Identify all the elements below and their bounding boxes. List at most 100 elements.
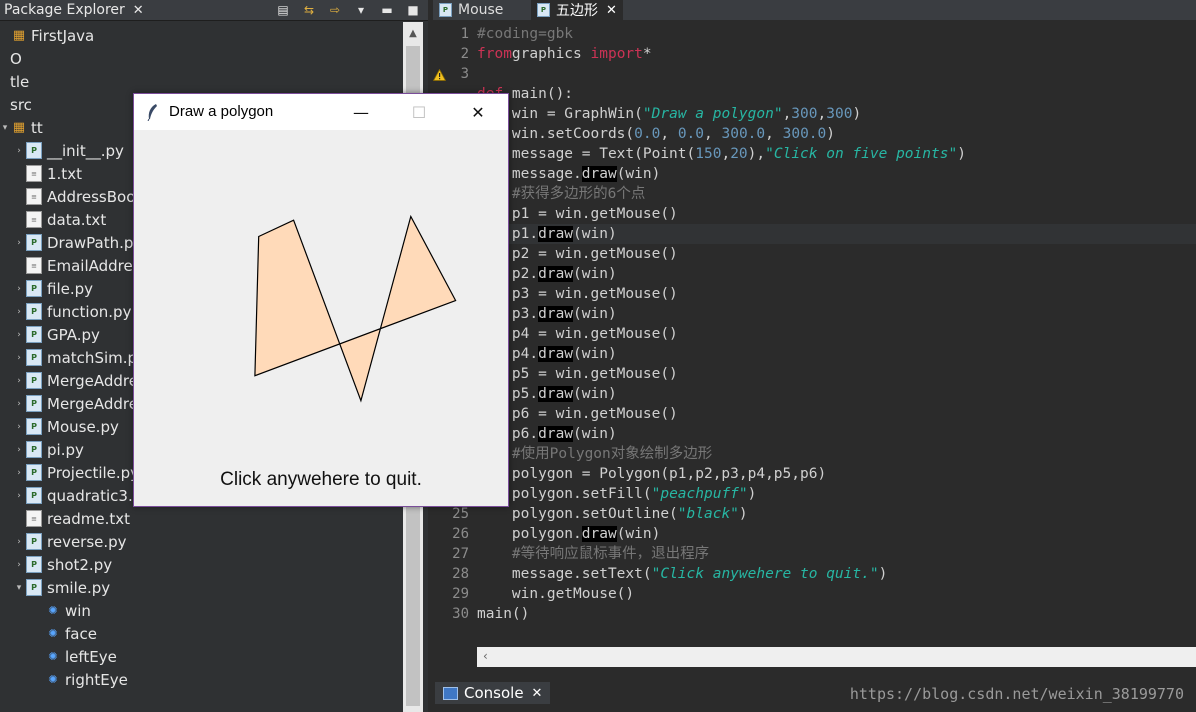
tree-item[interactable]: ≡ AddressBook — [14, 185, 144, 208]
tree-item[interactable]: › Pshot2.py — [14, 553, 112, 576]
code-line[interactable]: fromgraphics import* — [477, 44, 652, 64]
code-line[interactable]: #使用Polygon对象绘制多边形 — [477, 444, 712, 464]
tree-item[interactable]: ▾ ▦ tt — [0, 116, 43, 139]
tree-item-label: Projectile.py — [47, 463, 140, 482]
py-file-icon: P — [26, 326, 42, 343]
view-menu-icon[interactable]: ▾ — [352, 2, 370, 18]
tree-item[interactable]: › Pfunction.py — [14, 300, 131, 323]
tree-item[interactable]: › Preverse.py — [14, 530, 126, 553]
tree-item-label: readme.txt — [47, 509, 131, 528]
code-line[interactable]: polygon = Polygon(p1,p2,p3,p4,p5,p6) — [477, 464, 826, 484]
code-token: 20 — [730, 146, 748, 162]
tree-item[interactable]: › P DrawPath.py — [14, 231, 142, 254]
code-line[interactable]: win = GraphWin("Draw a polygon",300,300) — [477, 104, 861, 124]
py-file-icon: P — [26, 533, 42, 550]
maximize-button[interactable]: ☐ — [390, 94, 448, 130]
expand-arrow-icon[interactable]: › — [14, 376, 24, 386]
window-title-bar[interactable]: Draw a polygon — ☐ ✕ — [134, 94, 508, 130]
expand-arrow-icon[interactable]: › — [14, 537, 24, 547]
window-title: Draw a polygon — [169, 103, 274, 120]
code-line[interactable]: message.setText("Click anywehere to quit… — [477, 564, 887, 584]
graphwin-window[interactable]: Draw a polygon — ☐ ✕ Click anywehere to … — [133, 93, 509, 507]
close-button[interactable]: ✕ — [449, 94, 507, 130]
expand-arrow-icon[interactable]: › — [14, 422, 24, 432]
expand-arrow-icon[interactable]: ▾ — [14, 583, 24, 593]
code-line[interactable]: main() — [477, 604, 529, 624]
expand-arrow-icon[interactable]: › — [14, 468, 24, 478]
code-line[interactable]: win.getMouse() — [477, 584, 634, 604]
console-tab[interactable]: Console ✕ — [435, 682, 551, 704]
close-icon[interactable]: ✕ — [133, 3, 144, 18]
code-line[interactable]: #coding=gbk — [477, 24, 573, 44]
minimize-button[interactable]: — — [332, 94, 390, 130]
tree-item[interactable]: › P __init__.py — [14, 139, 124, 162]
tree-item[interactable]: › P Mouse.py — [14, 415, 119, 438]
tree-item[interactable]: › Pquadratic3.py — [14, 484, 151, 507]
tree-item[interactable]: ≡ EmailAddress — [14, 254, 148, 277]
expand-arrow-icon[interactable]: › — [14, 307, 24, 317]
expand-arrow-icon[interactable]: › — [14, 146, 24, 156]
tree-item[interactable]: ✺ face — [34, 622, 97, 645]
code-line[interactable]: #等待响应鼠标事件，退出程序 — [477, 544, 709, 564]
tree-item[interactable]: › P Projectile.py — [14, 461, 139, 484]
expand-arrow-icon[interactable]: › — [14, 238, 24, 248]
package-explorer-tab[interactable]: Package Explorer ✕ — [0, 0, 144, 20]
line-number: 26 — [452, 526, 469, 542]
tree-item[interactable]: ✺ win — [34, 599, 91, 622]
tree-item[interactable]: › PmatchSim.py — [14, 346, 146, 369]
minimize-view-icon[interactable]: ▬ — [378, 2, 396, 18]
code-area[interactable]: #coding=gbkfromgraphics import*def main(… — [477, 24, 1196, 644]
graphics-canvas[interactable]: Click anywehere to quit. — [134, 130, 508, 506]
tab-mouse[interactable]: P Mouse — [433, 0, 509, 20]
close-icon[interactable]: ✕ — [532, 686, 543, 701]
tree-item[interactable]: › P MergeAddres — [14, 392, 146, 415]
code-line[interactable]: polygon.setFill("peachpuff") — [477, 484, 756, 504]
tree-item[interactable]: › P GPA.py — [14, 323, 100, 346]
code-line[interactable]: polygon.draw(win) — [477, 524, 660, 544]
collapse-all-icon[interactable]: ▤ — [274, 2, 292, 18]
scroll-left-icon[interactable]: ‹ — [483, 649, 488, 663]
tree-item[interactable]: › Ppi.py — [14, 438, 84, 461]
tree-item[interactable]: ✺ rightEye — [34, 668, 128, 691]
tree-item-label: win — [65, 601, 91, 620]
tree-item[interactable]: ✺ leftEye — [34, 645, 117, 668]
code-line[interactable]: win.setCoords(0.0, 0.0, 300.0, 300.0) — [477, 124, 835, 144]
variable-icon: ✺ — [48, 627, 58, 640]
tree-item[interactable]: ≡ data.txt — [14, 208, 106, 231]
tab-pentagon[interactable]: P 五边形 ✕ — [531, 0, 623, 20]
close-icon[interactable]: ✕ — [606, 3, 617, 18]
tree-item[interactable]: ▾ Psmile.py — [14, 576, 110, 599]
expand-arrow-icon[interactable]: › — [14, 445, 24, 455]
forward-icon[interactable]: ⇨ — [326, 2, 344, 18]
tree-item[interactable]: › Pfile.py — [14, 277, 93, 300]
package-explorer-tab-label: Package Explorer — [4, 2, 125, 18]
tree-item[interactable]: O — [0, 47, 22, 70]
expand-arrow-icon[interactable]: › — [14, 353, 24, 363]
maximize-view-icon[interactable]: ■ — [404, 2, 422, 18]
editor-horizontal-scrollbar[interactable]: ‹ — [477, 647, 1196, 667]
tree-item[interactable]: src — [0, 93, 32, 116]
expand-arrow-icon[interactable]: › — [14, 560, 24, 570]
tree-item[interactable]: ▦ FirstJava — [0, 24, 94, 47]
tree-item-label: rightEye — [65, 670, 128, 689]
expand-arrow-icon[interactable]: › — [14, 284, 24, 294]
tree-item[interactable]: ≡ 1.txt — [14, 162, 82, 185]
expand-arrow-icon[interactable]: › — [14, 399, 24, 409]
tree-item[interactable]: ≡ readme.txt — [14, 507, 130, 530]
expand-arrow-icon[interactable]: ▾ — [0, 123, 10, 133]
tree-item[interactable]: tle — [0, 70, 29, 93]
code-line[interactable]: p1.draw(win) — [477, 224, 1196, 244]
code-token: win.getMouse() — [477, 586, 635, 602]
project-icon: ▦ — [12, 28, 26, 43]
tree-item[interactable]: › P MergeAddres — [14, 369, 146, 392]
tab-label: 五边形 — [556, 3, 598, 19]
code-line[interactable]: message = Text(Point(150,20),"Click on f… — [477, 144, 966, 164]
code-token: ) — [738, 506, 748, 522]
scroll-up-icon[interactable]: ▲ — [403, 22, 423, 44]
expand-arrow-icon[interactable]: › — [14, 330, 24, 340]
link-editor-icon[interactable]: ⇆ — [300, 2, 318, 18]
canvas-message: Click anywehere to quit. — [220, 469, 422, 490]
code-line[interactable]: polygon.setOutline("black") — [477, 504, 748, 524]
expand-arrow-icon[interactable]: › — [14, 491, 24, 501]
code-token: (win) — [616, 526, 661, 542]
